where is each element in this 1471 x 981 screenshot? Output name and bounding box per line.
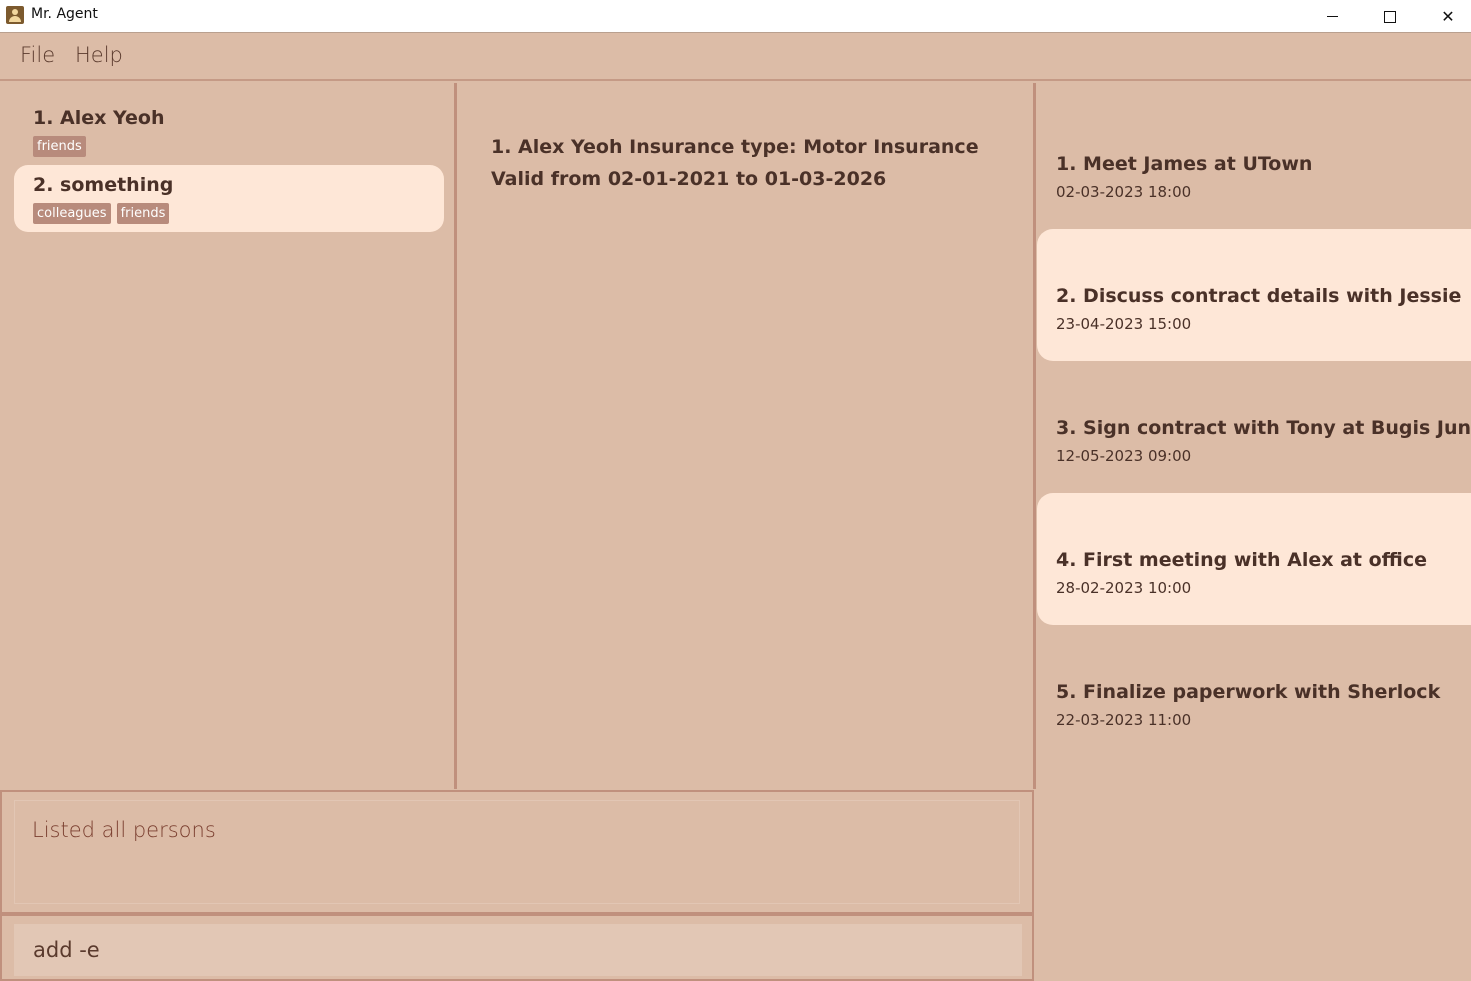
result-display: Listed all persons [0, 790, 1034, 914]
event-card[interactable]: 3. Sign contract with Tony at Bugis Junc… [1037, 361, 1471, 493]
event-datetime: 22-03-2023 11:00 [1056, 711, 1192, 729]
tag-list: friends [33, 136, 86, 157]
maximize-icon [1384, 10, 1396, 23]
event-datetime: 12-05-2023 09:00 [1056, 447, 1192, 465]
app-icon [6, 6, 24, 24]
event-title: 4. First meeting with Alex at office [1056, 549, 1428, 571]
minimize-icon [1326, 16, 1338, 17]
tag: friends [33, 136, 86, 157]
result-message: Listed all persons [32, 818, 216, 842]
tag: friends [116, 203, 170, 224]
tag: colleagues [33, 203, 111, 224]
policy-detail-panel: 1. Alex Yeoh Insurance type: Motor Insur… [457, 83, 1036, 789]
tag-list: colleagues friends [33, 203, 170, 224]
event-card[interactable]: 4. First meeting with Alex at office 28-… [1037, 493, 1471, 625]
menu-help[interactable]: Help [75, 43, 123, 67]
event-card[interactable]: 2. Discuss contract details with Jessie … [1037, 229, 1471, 361]
close-icon: ✕ [1441, 7, 1455, 26]
event-title: 1. Meet James at UTown [1056, 153, 1313, 175]
result-display-area[interactable]: Listed all persons [14, 800, 1020, 904]
event-title: 2. Discuss contract details with Jessie [1056, 285, 1462, 307]
event-title: 3. Sign contract with Tony at Bugis Junc… [1056, 417, 1471, 439]
event-list-panel: 1. Meet James at UTown 02-03-2023 18:00 … [1036, 83, 1471, 981]
command-input[interactable] [14, 924, 1022, 976]
person-card-selected[interactable]: 2. something colleagues friends [14, 165, 444, 232]
menu-file[interactable]: File [20, 43, 55, 67]
menu-bar: File Help [0, 34, 1471, 81]
event-card[interactable]: 5. Finalize paperwork with Sherlock 22-0… [1037, 625, 1471, 757]
person-name: 2. something [33, 174, 174, 196]
event-card[interactable]: 1. Meet James at UTown 02-03-2023 18:00 [1037, 97, 1471, 229]
policy-validity: Valid from 02-01-2021 to 01-03-2026 [491, 168, 887, 190]
person-card[interactable]: 1. Alex Yeoh friends [14, 98, 444, 165]
policy-line: 1. Alex Yeoh Insurance type: Motor Insur… [491, 136, 979, 158]
event-datetime: 23-04-2023 15:00 [1056, 315, 1192, 333]
close-button[interactable]: ✕ [1419, 0, 1471, 33]
window-title: Mr. Agent [31, 6, 98, 22]
person-name: 1. Alex Yeoh [33, 107, 165, 129]
event-datetime: 28-02-2023 10:00 [1056, 579, 1192, 597]
minimize-button[interactable] [1303, 0, 1361, 33]
event-title: 5. Finalize paperwork with Sherlock [1056, 681, 1441, 703]
maximize-button[interactable] [1361, 0, 1419, 33]
person-list-panel: 1. Alex Yeoh friends 2. something collea… [0, 83, 457, 789]
title-bar: Mr. Agent ✕ [0, 0, 1471, 33]
event-datetime: 02-03-2023 18:00 [1056, 183, 1192, 201]
command-box [0, 914, 1034, 981]
